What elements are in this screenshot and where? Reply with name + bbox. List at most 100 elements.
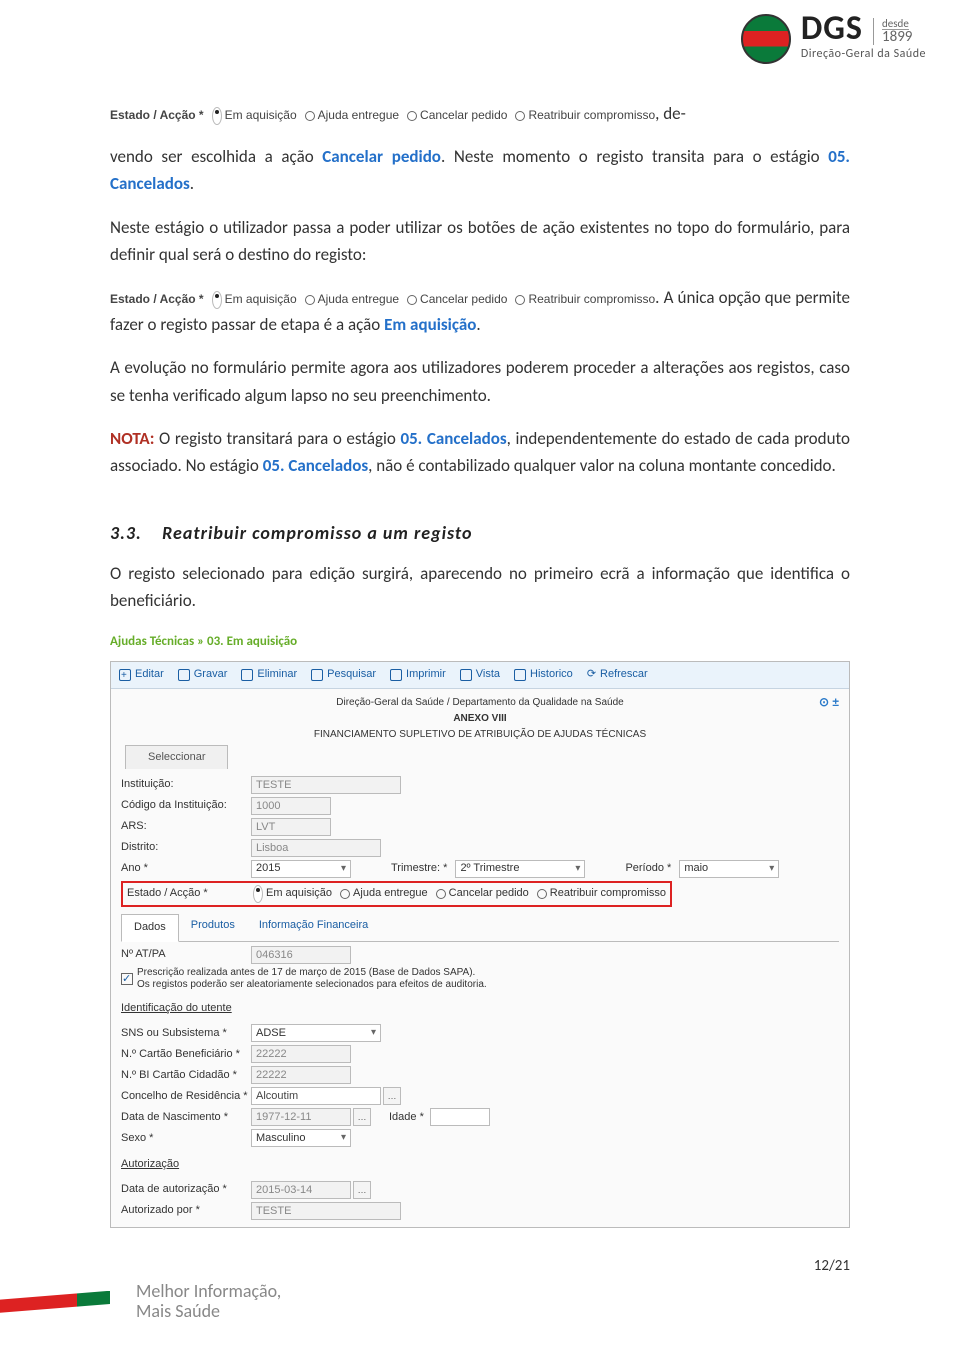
periodo-select[interactable]: maio▾: [679, 860, 779, 878]
text-fragment: , de-: [655, 103, 686, 124]
pesquisar-button[interactable]: Pesquisar: [311, 666, 376, 684]
radio-ajuda-entregue[interactable]: Ajuda entregue: [305, 290, 399, 309]
radio-ajuda-entregue[interactable]: Ajuda entregue: [340, 885, 428, 903]
sexo-select[interactable]: Masculino▾: [251, 1129, 351, 1147]
text-fragment: vendo ser escolhida a ação: [110, 146, 322, 167]
chevron-down-icon: ▾: [341, 861, 346, 877]
radio-unselected-icon: [515, 295, 525, 305]
lookup-button[interactable]: …: [383, 1087, 401, 1105]
logo-subtitle: Direção-Geral da Saúde: [801, 45, 926, 64]
radio-unselected-icon: [537, 889, 547, 899]
ars-label: ARS:: [121, 818, 251, 836]
radio-unselected-icon: [305, 295, 315, 305]
distrito-label: Distrito:: [121, 839, 251, 857]
ident-utente-title: Identificação do utente: [121, 1000, 232, 1018]
delete-icon: [241, 669, 253, 681]
radio-em-aquisicao[interactable]: Em aquisição: [253, 885, 332, 903]
refrescar-button[interactable]: ⟳Refrescar: [587, 666, 648, 684]
radio-em-aquisicao[interactable]: Em aquisição: [212, 290, 297, 309]
header-logo: DGS desde 1899 Direção-Geral da Saúde: [741, 14, 926, 64]
radio-reatribuir[interactable]: Reatribuir compromisso: [515, 290, 655, 309]
app-window: Editar Gravar Eliminar Pesquisar Imprimi…: [110, 661, 850, 1228]
date-picker-button[interactable]: …: [353, 1181, 371, 1199]
editar-button[interactable]: Editar: [119, 666, 164, 684]
radio-cancelar-pedido[interactable]: Cancelar pedido: [407, 106, 507, 125]
estado-accao-highlight: Estado / Acção * Em aquisição Ajuda entr…: [121, 881, 672, 907]
nota-label: NOTA:: [110, 428, 154, 449]
ano-select[interactable]: 2015▾: [251, 860, 351, 878]
estado-accao-strip-2: Estado / Acção * Em aquisição Ajuda entr…: [110, 290, 655, 309]
app-header-line2: ANEXO VIII: [111, 711, 849, 727]
plus-icon: [119, 669, 131, 681]
accent-cancelar-pedido: Cancelar pedido: [322, 146, 441, 167]
data-aut-field[interactable]: [251, 1181, 351, 1199]
sns-select[interactable]: ADSE▾: [251, 1024, 381, 1042]
radio-ajuda-entregue[interactable]: Ajuda entregue: [305, 106, 399, 125]
radio-cancelar-pedido[interactable]: Cancelar pedido: [436, 885, 529, 903]
tab-produtos[interactable]: Produtos: [179, 913, 247, 941]
bi-field[interactable]: [251, 1066, 351, 1084]
cartao-label: N.º Cartão Beneficiário *: [121, 1046, 251, 1064]
radio-selected-icon: [212, 107, 222, 125]
radio-unselected-icon: [305, 111, 315, 121]
ars-field: [251, 818, 331, 836]
radio-em-aquisicao[interactable]: Em aquisição: [212, 106, 297, 125]
radio-unselected-icon: [340, 889, 350, 899]
logo-year: 1899: [882, 30, 912, 45]
nasc-field[interactable]: [251, 1108, 351, 1126]
section-number: 3.3.: [110, 522, 142, 544]
sns-label: SNS ou Subsistema *: [121, 1025, 251, 1043]
chevron-down-icon: ▾: [371, 1025, 376, 1041]
section-heading: 3.3. Reatribuir compromisso a um registo: [110, 519, 850, 548]
gravar-button[interactable]: Gravar: [178, 666, 228, 684]
date-picker-button[interactable]: …: [353, 1108, 371, 1126]
section-intro: O registo selecionado para edição surgir…: [110, 560, 850, 614]
radio-cancelar-pedido[interactable]: Cancelar pedido: [407, 290, 507, 309]
nasc-label: Data de Nascimento *: [121, 1109, 251, 1127]
footer-line2: Mais Saúde: [136, 1302, 281, 1322]
dgs-emblem-icon: [741, 14, 791, 64]
tab-dados[interactable]: Dados: [121, 914, 179, 942]
text-fragment: . Neste momento o registo transita para …: [441, 146, 828, 167]
instituicao-label: Instituição:: [121, 776, 251, 794]
app-header-line1: Direção-Geral da Saúde / Departamento da…: [111, 695, 849, 711]
imprimir-button[interactable]: Imprimir: [390, 666, 446, 684]
historico-button[interactable]: Historico: [514, 666, 573, 684]
app-header: Direção-Geral da Saúde / Departamento da…: [111, 689, 849, 745]
radio-unselected-icon: [436, 889, 446, 899]
footer-swoosh-icon: [0, 1291, 110, 1313]
radio-selected-icon: [253, 885, 263, 903]
radio-reatribuir[interactable]: Reatribuir compromisso: [537, 885, 666, 903]
concelho-field[interactable]: [251, 1087, 381, 1105]
section-title: Reatribuir compromisso a um registo: [162, 522, 472, 544]
trimestre-select[interactable]: 2º Trimestre▾: [455, 860, 585, 878]
tab-info-financeira[interactable]: Informação Financeira: [247, 913, 380, 941]
footer-line1: Melhor Informação,: [136, 1282, 281, 1302]
app-breadcrumb: Ajudas Técnicas » 03. Em aquisição: [110, 630, 850, 657]
ano-label: Ano *: [121, 860, 251, 878]
vista-button[interactable]: Vista: [460, 666, 500, 684]
natpa-label: Nº AT/PA: [121, 946, 251, 964]
presc-checkbox[interactable]: [121, 973, 133, 985]
cartao-field[interactable]: [251, 1045, 351, 1063]
page-footer: Melhor Informação, Mais Saúde: [0, 1282, 960, 1328]
header-utility-icons[interactable]: ⊙ ±: [819, 693, 839, 712]
aut-por-field: [251, 1202, 401, 1220]
codigo-field: [251, 797, 331, 815]
radio-reatribuir[interactable]: Reatribuir compromisso: [515, 106, 655, 125]
estado-label: Estado / Acção *: [110, 290, 204, 309]
autorizacao-title: Autorização: [121, 1156, 179, 1174]
seleccionar-tab[interactable]: Seleccionar: [125, 745, 228, 770]
save-icon: [178, 669, 190, 681]
view-icon: [460, 669, 472, 681]
radio-unselected-icon: [407, 111, 417, 121]
idade-field[interactable]: [430, 1108, 490, 1126]
accent-em-aquisicao: Em aquisição: [384, 314, 476, 335]
paragraph-2: Neste estágio o utilizador passa a poder…: [110, 214, 850, 268]
print-icon: [390, 669, 402, 681]
chevron-down-icon: ▾: [769, 861, 774, 877]
presc-note: Prescrição realizada antes de 17 de març…: [137, 967, 487, 991]
aut-por-label: Autorizado por *: [121, 1202, 251, 1220]
eliminar-button[interactable]: Eliminar: [241, 666, 297, 684]
idade-label: Idade *: [389, 1109, 424, 1127]
